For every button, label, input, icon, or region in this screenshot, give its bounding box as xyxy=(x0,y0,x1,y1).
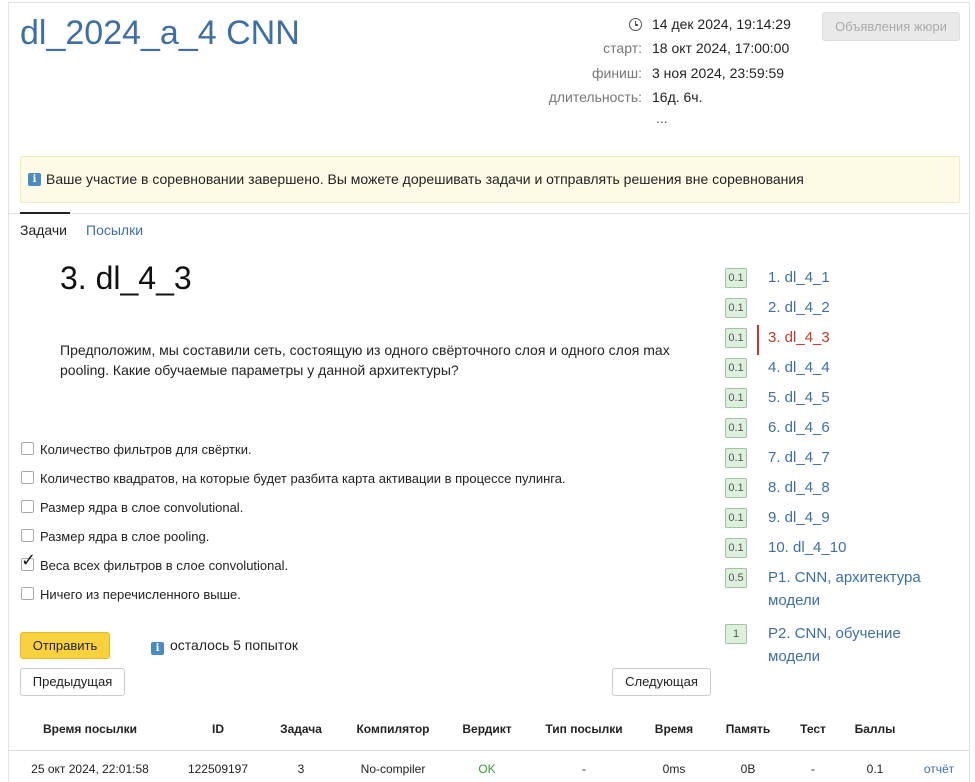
score-badge: 0.1 xyxy=(725,508,747,528)
column-header: Время посылки xyxy=(42,722,138,736)
score-badge: 0.1 xyxy=(725,388,747,408)
score-badge: 0.5 xyxy=(725,568,747,588)
tab-tasks[interactable]: Задачи xyxy=(20,222,67,238)
start-value: 18 окт 2024, 17:00:00 xyxy=(652,40,790,56)
finish-row: финиш: 3 ноя 2024, 23:59:59 xyxy=(520,65,810,85)
option-label: Размер ядра в слое pooling. xyxy=(40,529,210,544)
duration-value: 16д. 6ч. xyxy=(652,89,703,105)
column-header: ID xyxy=(212,722,224,736)
column-header: Вердикт xyxy=(462,722,512,736)
attempts-remaining: i осталось 5 попыток xyxy=(151,637,298,655)
clock-icon xyxy=(629,18,642,31)
start-label: старт: xyxy=(603,40,642,56)
table-divider xyxy=(8,750,970,751)
option-label: Количество квадратов, на которые будет р… xyxy=(40,471,566,486)
column-header: Память xyxy=(725,722,771,736)
score-badge: 0.1 xyxy=(725,448,747,468)
table-row: 25 окт 2024, 22:01:58 122509197 3 No-com… xyxy=(8,758,970,780)
score-badge: 1 xyxy=(725,624,747,644)
column-header: Тест xyxy=(800,722,826,736)
cell-type: - xyxy=(582,762,586,776)
checkbox[interactable] xyxy=(21,442,34,455)
score-badge: 0.1 xyxy=(725,298,747,318)
cell-task: 3 xyxy=(297,762,305,776)
checkbox[interactable] xyxy=(21,500,34,513)
tab-submissions[interactable]: Посылки xyxy=(86,222,143,238)
cell-verdict: OK xyxy=(478,762,496,776)
checkbox[interactable] xyxy=(21,587,34,600)
problem-link[interactable]: 7. dl_4_7 xyxy=(768,446,830,469)
option-label: Количество фильтров для свёртки. xyxy=(40,442,252,457)
score-badge: 0.1 xyxy=(725,538,747,558)
current-time-row: 14 дек 2024, 19:14:29 xyxy=(520,16,810,36)
submissions-table-header: Время посылки ID Задача Компилятор Верди… xyxy=(8,718,970,744)
start-row: старт: 18 окт 2024, 17:00:00 xyxy=(520,40,810,60)
jury-announcements-button[interactable]: Объявления жюри xyxy=(822,12,960,41)
column-header: Задача xyxy=(280,722,322,736)
cell-memory: 0B xyxy=(740,762,756,776)
problem-link[interactable]: 6. dl_4_6 xyxy=(768,416,830,439)
contest-title: dl_2024_a_4 CNN xyxy=(20,14,300,52)
participation-notice: i Ваше участие в соревновании завершено.… xyxy=(20,156,960,203)
score-badge: 0.1 xyxy=(725,358,747,378)
option-label: Веса всех фильтров в слое convolutional. xyxy=(40,558,289,573)
column-header: Время xyxy=(654,722,694,736)
more-ellipsis[interactable]: ... xyxy=(656,110,668,126)
problem-link[interactable]: 5. dl_4_5 xyxy=(768,386,830,409)
attempts-text: осталось 5 попыток xyxy=(170,637,298,653)
problem-link[interactable]: 2. dl_4_2 xyxy=(768,296,830,319)
task-statement: Предположим, мы составили сеть, состоящу… xyxy=(60,342,670,378)
info-icon: i xyxy=(28,173,41,186)
problem-link[interactable]: 8. dl_4_8 xyxy=(768,476,830,499)
tabs-divider xyxy=(8,213,970,214)
task-title: 3. dl_4_3 xyxy=(60,260,192,296)
cell-time: 25 окт 2024, 22:01:58 xyxy=(31,762,149,776)
notice-text: Ваше участие в соревновании завершено. В… xyxy=(46,171,804,187)
problem-link[interactable]: 3. dl_4_3 xyxy=(768,326,830,349)
submit-button[interactable]: Отправить xyxy=(20,632,110,659)
problem-link[interactable]: 1. dl_4_1 xyxy=(768,266,830,289)
score-badge: 0.1 xyxy=(725,328,747,348)
score-badge: 0.1 xyxy=(725,418,747,438)
cell-runtime: 0ms xyxy=(662,762,686,776)
problem-link[interactable]: P1. CNN, архитектура модели xyxy=(768,566,938,612)
active-tab-indicator xyxy=(20,212,70,214)
duration-label: длительность: xyxy=(548,89,642,105)
next-button[interactable]: Следующая xyxy=(612,668,711,696)
cell-score: 0.1 xyxy=(866,762,884,776)
column-header: Баллы xyxy=(854,722,896,736)
problem-link[interactable]: 4. dl_4_4 xyxy=(768,356,830,379)
cell-test: - xyxy=(811,762,815,776)
option-label: Размер ядра в слое convolutional. xyxy=(40,500,244,515)
column-header: Компилятор xyxy=(356,722,430,736)
option-label: Ничего из перечисленного выше. xyxy=(40,587,241,602)
current-time: 14 дек 2024, 19:14:29 xyxy=(652,16,791,32)
finish-label: финиш: xyxy=(591,65,642,81)
column-header: Тип посылки xyxy=(545,722,623,736)
finish-value: 3 ноя 2024, 23:59:59 xyxy=(652,65,785,81)
problem-link[interactable]: P2. CNN, обучение модели xyxy=(768,622,918,668)
checkbox[interactable] xyxy=(21,471,34,484)
score-badge: 0.1 xyxy=(725,268,747,288)
problem-link[interactable]: 10. dl_4_10 xyxy=(768,536,846,559)
cell-compiler: No-compiler xyxy=(360,762,426,776)
score-badge: 0.1 xyxy=(725,478,747,498)
checkbox[interactable] xyxy=(21,529,34,542)
cell-id: 122509197 xyxy=(187,762,249,776)
problem-link[interactable]: 9. dl_4_9 xyxy=(768,506,830,529)
active-problem-marker xyxy=(757,325,759,355)
checkmark-icon: ✓ xyxy=(21,550,37,571)
previous-button[interactable]: Предыдущая xyxy=(20,668,125,696)
report-link[interactable]: отчёт xyxy=(914,762,964,776)
duration-row: длительность: 16д. 6ч. xyxy=(520,89,810,109)
info-icon: i xyxy=(151,642,164,655)
